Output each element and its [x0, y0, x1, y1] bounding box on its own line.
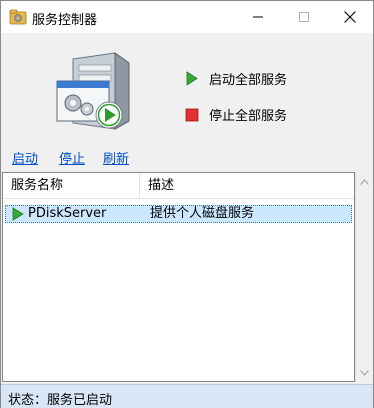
vertical-scrollbar[interactable]: [355, 172, 373, 382]
scroll-up-button[interactable]: [356, 173, 373, 190]
maximize-button[interactable]: [281, 1, 327, 33]
maximize-icon: [299, 12, 309, 22]
status-bar: 状态：服务已启动: [1, 384, 373, 408]
chevron-down-icon: [360, 369, 369, 376]
list-row[interactable]: PDiskServer 提供个人磁盘服务: [5, 205, 352, 223]
control-panel: 启动全部服务 停止全部服务 启动 停止 刷新: [1, 33, 373, 171]
service-list[interactable]: 服务名称 描述 PDiskServer 提供个人磁盘服务: [2, 172, 355, 382]
minimize-icon: [253, 16, 263, 18]
minimize-button[interactable]: [235, 1, 281, 33]
scroll-down-button[interactable]: [356, 364, 373, 381]
chevron-up-icon: [360, 178, 369, 185]
start-link[interactable]: 启动: [12, 148, 38, 167]
stop-all-services-button[interactable]: 停止全部服务: [185, 105, 287, 124]
stop-all-label: 停止全部服务: [209, 109, 288, 124]
close-icon: [344, 11, 356, 23]
stop-link[interactable]: 停止: [59, 148, 85, 167]
gear-folder-icon: [9, 9, 27, 25]
title-bar: 服务控制器: [1, 1, 373, 33]
play-icon: [186, 71, 198, 86]
status-text: 状态：服务已启动: [8, 393, 113, 408]
service-name-cell: PDiskServer: [28, 206, 107, 221]
column-header-service-name[interactable]: 服务名称: [3, 173, 140, 199]
column-header-description[interactable]: 描述: [140, 173, 354, 199]
running-play-icon: [12, 207, 24, 221]
service-controller-window: 服务控制器 启动全部服务 停止全部服务 启动 停止 刷新 服务名称 描述 PDi…: [0, 0, 374, 408]
close-button[interactable]: [327, 1, 373, 33]
list-header: 服务名称 描述: [3, 173, 354, 199]
service-description-cell: 提供个人磁盘服务: [150, 206, 255, 221]
start-all-label: 启动全部服务: [209, 73, 288, 88]
server-gear-icon: [56, 52, 130, 130]
window-title: 服务控制器: [32, 13, 98, 28]
stop-icon: [185, 108, 199, 121]
start-all-services-button[interactable]: 启动全部服务: [185, 69, 287, 88]
refresh-link[interactable]: 刷新: [103, 148, 129, 167]
